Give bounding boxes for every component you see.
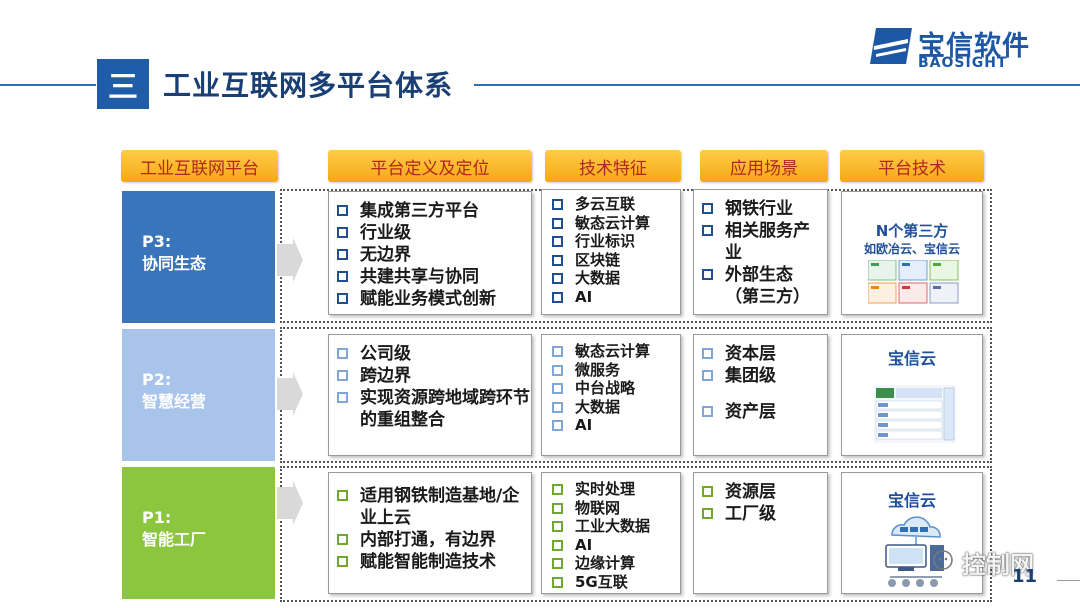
list-item: 适用钢铁制造基地/企业上云 xyxy=(337,485,531,529)
platform-tech-box-p2: 宝信云 xyxy=(841,334,983,456)
platform-name: 智能工厂 xyxy=(142,530,207,549)
list-item: 公司级 xyxy=(337,343,531,365)
platform-id: P1: xyxy=(142,508,172,527)
list-item: 实时处理 xyxy=(552,480,680,499)
page-number: 11 xyxy=(1012,566,1038,587)
tech-box-p3: 多云互联 敏态云计算 行业标识 区块链 大数据 AI xyxy=(541,189,681,315)
platform-tech-title: 宝信云 xyxy=(887,349,936,368)
logo-name-en: BAOSIGHT xyxy=(918,55,1008,71)
col-header-platform: 工业互联网平台 xyxy=(121,150,278,182)
list-item: 行业级 xyxy=(337,222,531,244)
list-item: AI xyxy=(552,288,680,307)
header-rule-right xyxy=(474,84,1080,86)
platform-id: P2: xyxy=(142,370,172,389)
definition-box-p3: 集成第三方平台 行业级 无边界 共建共享与协同 赋能业务模式创新 xyxy=(328,191,532,315)
baosight-logo-icon xyxy=(870,28,912,64)
list-item: 资产层 xyxy=(702,401,823,423)
list-item: 行业标识 xyxy=(552,232,680,251)
header-rule-left xyxy=(0,84,96,86)
list-item: 资源层 xyxy=(702,481,823,503)
scenario-box-p2: 资本层 集团级 资产层 xyxy=(693,334,828,456)
scenario-box-p3: 钢铁行业 相关服务产业 外部生态（第三方） xyxy=(693,189,828,315)
list-item: 多云互联 xyxy=(552,195,680,214)
arrow-right-icon xyxy=(277,238,303,282)
platform-tech-subtitle: 如欧冶云、宝信云 xyxy=(863,242,960,256)
page-title: 工业互联网多平台体系 xyxy=(163,69,454,102)
list-item: 赋能智能制造技术 xyxy=(337,551,531,573)
list-item: 大数据 xyxy=(552,398,680,417)
list-item: AI xyxy=(552,536,680,555)
list-item: 区块链 xyxy=(552,251,680,270)
list-item: 中台战略 xyxy=(552,379,680,398)
list-item: 内部打通，有边界 xyxy=(337,529,531,551)
list-item: 赋能业务模式创新 xyxy=(337,288,531,310)
list-item: 集成第三方平台 xyxy=(337,200,531,222)
footer-rule xyxy=(1057,580,1080,581)
platform-tech-title: 宝信云 xyxy=(887,491,936,510)
col-header-tech-features: 技术特征 xyxy=(545,150,681,182)
list-item: 无边界 xyxy=(337,244,531,266)
list-item: AI xyxy=(552,416,680,435)
col-header-definition: 平台定义及定位 xyxy=(328,150,532,182)
list-item: 敏态云计算 xyxy=(552,342,680,361)
third-party-platform-grid-icon xyxy=(868,260,959,304)
list-item: 工业大数据 xyxy=(552,517,680,536)
wechat-icon xyxy=(933,550,953,570)
list-item: 相关服务产业 xyxy=(702,220,823,264)
definition-box-p2: 公司级 跨边界 实现资源跨地域跨环节的重组整合 xyxy=(328,334,532,456)
arrow-right-icon xyxy=(277,481,303,525)
col-header-platform-tech: 平台技术 xyxy=(840,150,984,182)
list-item: 工厂级 xyxy=(702,503,823,525)
list-item: 实现资源跨地域跨环节的重组整合 xyxy=(337,387,531,431)
definition-box-p1: 适用钢铁制造基地/企业上云 内部打通，有边界 赋能智能制造技术 xyxy=(328,472,532,594)
platform-name: 协同生态 xyxy=(142,254,207,273)
company-logo: 宝信软件 BAOSIGHT xyxy=(870,24,1050,74)
scenario-box-p1: 资源层 工厂级 xyxy=(693,472,828,594)
list-item: 资本层 xyxy=(702,343,823,365)
list-item: 微服务 xyxy=(552,361,680,380)
platform-tile-p2: P2: 智慧经营 xyxy=(122,329,275,461)
list-item: 物联网 xyxy=(552,499,680,518)
list-item: 钢铁行业 xyxy=(702,198,823,220)
platform-tile-p3: P3: 协同生态 xyxy=(122,191,275,323)
platform-tech-box-p3: N个第三方 如欧冶云、宝信云 xyxy=(841,191,983,315)
list-item: 5G互联 xyxy=(552,573,680,592)
platform-id: P3: xyxy=(142,232,172,251)
list-item: 跨边界 xyxy=(337,365,531,387)
baosight-cloud-diagram-icon xyxy=(874,385,956,443)
col-header-scenarios: 应用场景 xyxy=(700,150,828,182)
tech-box-p2: 敏态云计算 微服务 中台战略 大数据 AI xyxy=(541,334,681,456)
list-item: 边缘计算 xyxy=(552,554,680,573)
list-item: 共建共享与协同 xyxy=(337,266,531,288)
list-item: 外部生态（第三方） xyxy=(702,264,823,308)
tech-box-p1: 实时处理 物联网 工业大数据 AI 边缘计算 5G互联 xyxy=(541,472,681,594)
list-item: 敏态云计算 xyxy=(552,214,680,233)
platform-tile-p1: P1: 智能工厂 xyxy=(122,467,275,599)
section-number: 三 xyxy=(97,59,149,109)
arrow-right-icon xyxy=(277,372,303,416)
list-item: 大数据 xyxy=(552,269,680,288)
platform-name: 智慧经营 xyxy=(142,392,207,411)
list-item: 集团级 xyxy=(702,365,823,387)
platform-tech-title: N个第三方 xyxy=(875,222,949,240)
